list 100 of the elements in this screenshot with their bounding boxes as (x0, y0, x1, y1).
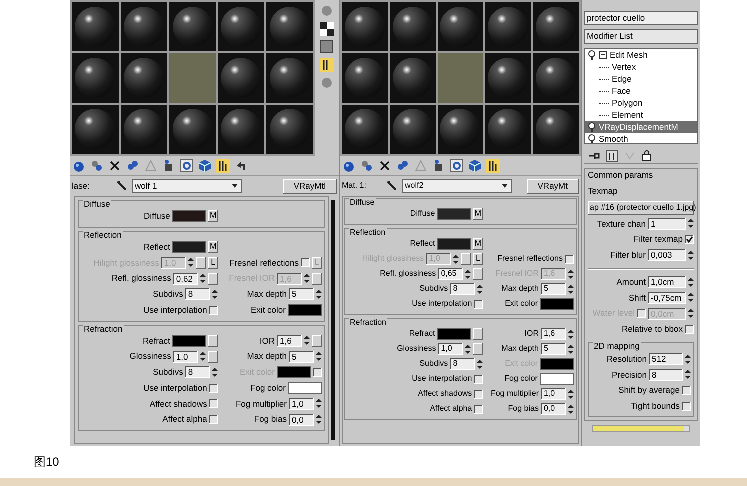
spinner-arrows-icon[interactable] (200, 273, 206, 284)
material-sphere-preview[interactable] (172, 6, 213, 47)
stack-subitem[interactable]: Face (612, 84, 631, 98)
checkbox[interactable] (685, 235, 694, 244)
stack-item[interactable]: VRayDisplacementM (585, 121, 697, 133)
spinner-arrows-icon[interactable] (316, 288, 322, 300)
stack-item[interactable]: Edit Mesh (585, 49, 697, 61)
material-sphere-preview[interactable] (440, 109, 480, 150)
map-button[interactable]: M (473, 238, 484, 250)
number-field[interactable]: 8 (185, 288, 210, 300)
spinner-arrows-icon[interactable] (568, 388, 574, 400)
number-field[interactable]: 5 (288, 350, 314, 363)
material-sphere-preview[interactable] (344, 58, 385, 98)
checkbox[interactable] (209, 399, 218, 408)
circle-box-icon[interactable] (450, 158, 464, 172)
spinner-arrows-icon[interactable] (188, 257, 194, 268)
checkbox[interactable] (300, 258, 310, 268)
material-sphere-preview[interactable] (270, 6, 310, 47)
material-sphere-preview[interactable] (488, 58, 528, 98)
spinner-arrows-icon[interactable] (568, 268, 574, 280)
checkbox[interactable] (564, 254, 574, 264)
color-swatch[interactable] (437, 238, 472, 250)
number-field[interactable]: 0,65 (438, 268, 464, 280)
map-button[interactable] (473, 328, 484, 340)
number-field[interactable]: 5 (540, 283, 566, 295)
caret-icon[interactable] (231, 183, 239, 189)
material-sphere-preview[interactable] (392, 109, 433, 150)
map-button[interactable] (208, 334, 218, 347)
material-sphere-preview[interactable] (124, 6, 164, 47)
color-swatch[interactable] (172, 210, 206, 222)
checkbox[interactable] (209, 384, 218, 393)
number-field[interactable]: 5 (540, 343, 566, 355)
spinner-arrows-icon[interactable] (477, 358, 484, 370)
eyedropper-icon[interactable] (116, 180, 128, 192)
stack-item[interactable]: Smooth (585, 133, 697, 143)
material-sphere-preview[interactable] (344, 6, 385, 47)
checkbox[interactable] (682, 402, 691, 411)
color-swatch[interactable] (288, 382, 322, 394)
map-button[interactable] (473, 268, 484, 280)
number-field[interactable]: 1,6 (276, 334, 302, 347)
spinner-arrows-icon[interactable] (304, 335, 310, 346)
checkbox[interactable] (474, 390, 484, 398)
link-icon[interactable] (126, 158, 140, 172)
map-button[interactable] (208, 272, 218, 285)
stack-subitem[interactable]: Edge (612, 72, 632, 86)
spinner-arrows-icon[interactable] (212, 366, 218, 378)
material-sphere-preview[interactable] (221, 6, 262, 47)
spinner-arrows-icon[interactable] (688, 292, 694, 304)
checker-icon[interactable] (320, 22, 334, 36)
checkbox[interactable] (209, 415, 218, 424)
bars-icon[interactable] (486, 158, 500, 172)
checkbox[interactable] (474, 374, 484, 384)
color-swatch[interactable] (437, 208, 472, 220)
close-icon[interactable] (108, 158, 122, 172)
map-button[interactable]: M (208, 210, 218, 222)
number-field[interactable]: 0,62 (173, 272, 198, 285)
map-button[interactable]: M (473, 208, 484, 220)
number-field[interactable]: 8 (649, 368, 683, 381)
material-sphere-preview[interactable] (344, 109, 385, 150)
spinner-arrows-icon[interactable] (453, 254, 460, 264)
checkbox[interactable] (682, 386, 691, 396)
stack-subitem[interactable]: Element (612, 108, 644, 122)
caret-icon[interactable] (501, 183, 509, 189)
time-slider-fill[interactable] (593, 426, 684, 431)
map-button[interactable] (473, 343, 484, 355)
material-sphere-preview[interactable] (536, 58, 576, 98)
texmap-button[interactable]: ap #16 (protector cuello 1.jpg) (588, 200, 694, 214)
spheres-icon[interactable] (90, 158, 104, 172)
lightbulb-icon[interactable] (588, 134, 596, 143)
spinner-arrows-icon[interactable] (477, 284, 484, 294)
color-swatch[interactable] (172, 334, 206, 347)
map-button[interactable] (312, 334, 322, 347)
map-button[interactable]: M (208, 241, 218, 254)
material-sphere-preview[interactable] (488, 6, 528, 47)
spinner-arrows-icon[interactable] (465, 268, 472, 280)
stack-subitem[interactable]: Polygon (612, 96, 643, 110)
eyedropper-icon[interactable] (386, 180, 398, 192)
number-field[interactable]: -0,75cm (648, 292, 686, 304)
material-type-button[interactable]: VRayMt (526, 178, 579, 194)
spinner-arrows-icon[interactable] (200, 351, 206, 362)
color-swatch[interactable] (172, 241, 206, 254)
spinner-arrows-icon[interactable] (316, 414, 322, 426)
collapse-icon[interactable] (599, 51, 607, 59)
color-swatch[interactable] (437, 328, 472, 340)
spinner-arrows-icon[interactable] (316, 351, 322, 362)
pin-icon[interactable] (588, 150, 600, 160)
spinner-arrows-icon[interactable] (688, 218, 694, 230)
material-sphere-preview[interactable] (488, 109, 528, 150)
object-name-field[interactable]: protector cuello (584, 11, 698, 25)
stack-subitem[interactable]: Vertex (612, 60, 636, 74)
checkbox[interactable] (685, 324, 694, 334)
number-field[interactable]: 1,0 (540, 388, 566, 400)
checkbox[interactable] (474, 300, 484, 308)
number-field[interactable]: 1,6 (540, 328, 566, 340)
link-icon[interactable] (396, 158, 410, 172)
material-name-dropdown[interactable]: wolf 1 (132, 179, 242, 193)
lightbulb-icon[interactable] (588, 122, 596, 132)
material-type-button[interactable]: VRayMtl (282, 178, 337, 194)
square-icon[interactable] (320, 40, 334, 54)
material-sphere-preview[interactable] (536, 6, 576, 47)
